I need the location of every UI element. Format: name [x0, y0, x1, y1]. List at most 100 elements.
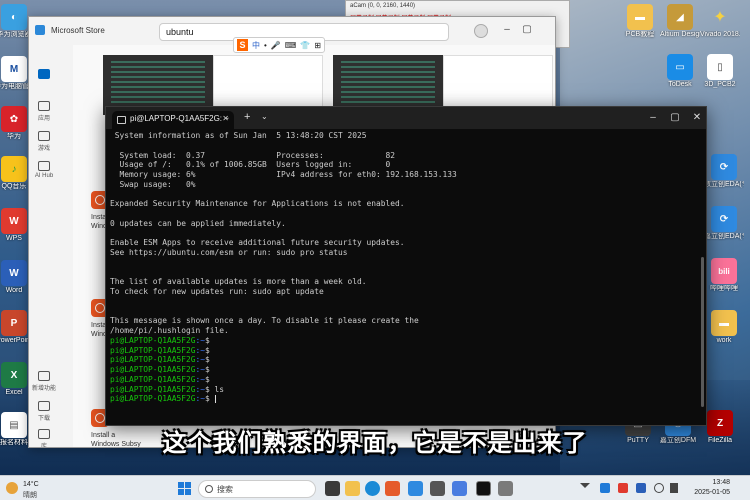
prompt-dollar: $ [205, 365, 210, 374]
terminal-line: /home/pi/.hushlogin file. [110, 326, 229, 335]
store-sidebar: 应用 游戏 AI Hub 新增功能 下载 库 [29, 45, 59, 447]
system-clock[interactable]: 13:48 2025-01-05 [690, 478, 730, 498]
wifi-icon[interactable] [654, 483, 664, 493]
home-icon [38, 69, 50, 79]
edge-icon[interactable] [365, 481, 380, 496]
sidebar-item-games[interactable]: 游戏 [29, 131, 59, 152]
terminal-output[interactable]: System information as of Sun Jan 5 13:48… [110, 131, 700, 423]
user-avatar-icon[interactable] [474, 24, 488, 38]
file-explorer-icon[interactable] [345, 481, 360, 496]
prompt-user-host: pi@LAPTOP-Q1AA5F2G [110, 365, 196, 374]
desktop-icon-pcb-tutorial[interactable]: ▬ PCB教程 [620, 4, 660, 39]
app-icon[interactable] [385, 481, 400, 496]
prompt-dollar: $ [205, 345, 210, 355]
desktop-icon-todesk[interactable]: ▭ ToDesk [660, 54, 700, 89]
sidebar-item-whats-new[interactable]: 新增功能 [29, 371, 59, 392]
prompt-suffix: :~ [195, 384, 206, 394]
prompt-user-host: pi@LAPTOP-Q1AA5F2G [110, 384, 196, 394]
taskbar-search[interactable]: 搜索 [198, 480, 316, 498]
desktop-icon-jlc-eda[interactable]: ⟳ 嘉立创EDA(专业版) [704, 206, 744, 241]
desktop-icon-bilibili[interactable]: bili 哔哩哔哩 [704, 258, 744, 293]
terminal-line: This message is shown once a day. To dis… [110, 316, 419, 326]
skin-icon[interactable]: 👕 [300, 41, 310, 50]
terminal-scrollbar[interactable] [701, 257, 704, 407]
task-view-icon[interactable] [325, 481, 340, 496]
taskbar: 14°C 晴朗 搜索 13:48 2025-01-05 [0, 475, 750, 500]
terminal-line: The list of available updates is more th… [110, 277, 367, 287]
terminal-taskbar-icon[interactable] [476, 481, 491, 496]
wps-icon: W [1, 208, 27, 234]
maximize-icon[interactable]: ▢ [666, 111, 684, 125]
sparkle-icon [38, 161, 50, 171]
app-icon[interactable] [452, 481, 467, 496]
prompt-suffix: :~ [195, 365, 206, 374]
ime-mode-toggle[interactable]: 中 [252, 40, 260, 51]
weather-widget[interactable]: 14°C 晴朗 [6, 479, 54, 499]
minimize-icon[interactable]: – [499, 22, 515, 38]
prompt-suffix: :~ [195, 335, 206, 345]
sidebar-item-home[interactable] [29, 69, 59, 81]
sidebar-item-downloads[interactable]: 下载 [29, 401, 59, 422]
browser-icon: ◐ [1, 4, 27, 30]
terminal-titlebar[interactable]: pi@LAPTOP-Q1AA5F2G: ~ ✕ + ⌄ – ▢ ✕ [106, 107, 706, 129]
prompt-user-host: pi@LAPTOP-Q1AA5F2G [110, 374, 196, 384]
prompt-suffix: :~ [195, 355, 206, 365]
terminal-window[interactable]: pi@LAPTOP-Q1AA5F2G: ~ ✕ + ⌄ – ▢ ✕ System… [105, 106, 707, 426]
tray-app-icon[interactable] [600, 483, 610, 493]
terminal-line: 0 updates can be applied immediately. [110, 218, 286, 228]
todesk-icon: ▭ [667, 54, 693, 80]
bilibili-icon: bili [711, 258, 737, 284]
tray-app-icon[interactable] [618, 483, 628, 493]
terminal-prompt-line: pi@LAPTOP-Q1AA5F2G:~$ [110, 394, 700, 404]
huawei-icon: ✿ [1, 106, 27, 132]
prompt-user-host: pi@LAPTOP-Q1AA5F2G [110, 345, 196, 355]
ime-punct-toggle[interactable]: • [264, 41, 267, 50]
ime-toolbar[interactable]: S 中 • 🎤 ⌨ 👕 ⊞ [233, 37, 325, 53]
sogou-logo-icon: S [237, 39, 248, 51]
tab-close-icon[interactable]: ✕ [222, 114, 229, 123]
desktop-icon-3d-pcb[interactable]: ▯ 3D_PCB2 [700, 54, 740, 89]
altium-icon: ◢ [667, 4, 693, 30]
text-cursor [214, 394, 216, 403]
download-icon [38, 401, 50, 411]
app-icon[interactable] [430, 481, 445, 496]
prompt-suffix: :~ [195, 374, 206, 384]
pc-manager-icon: M [1, 56, 27, 82]
chevron-up-icon[interactable] [580, 483, 590, 488]
desktop-icon-work[interactable]: ▬ work [704, 310, 744, 345]
volume-icon[interactable] [670, 483, 678, 493]
prompt-user-host: pi@LAPTOP-Q1AA5F2G [110, 335, 196, 345]
sidebar-item-apps[interactable]: 应用 [29, 101, 59, 122]
chevron-down-icon[interactable]: ⌄ [261, 112, 268, 121]
sidebar-item-ai-hub[interactable]: AI Hub [29, 161, 59, 179]
toolbox-icon[interactable]: ⊞ [314, 41, 321, 50]
terminal-line: System load: 0.37 Processes: 82 [110, 150, 396, 160]
keyboard-icon[interactable]: ⌨ [285, 41, 297, 50]
terminal-tab[interactable]: pi@LAPTOP-Q1AA5F2G: ~ ✕ [112, 111, 234, 129]
desktop-icon-vivado[interactable]: ✦ Vivado 2018.3 [700, 4, 740, 39]
app-icon[interactable] [498, 481, 513, 496]
maximize-icon[interactable]: ▢ [519, 22, 535, 38]
desktop-icon-lceda-pro[interactable]: ⟳ 数立创EDA(专业版) [704, 154, 744, 189]
terminal-prompt-line: pi@LAPTOP-Q1AA5F2G:~$ [110, 336, 700, 346]
word-icon: W [1, 260, 27, 286]
store-icon[interactable] [408, 481, 423, 496]
microphone-icon[interactable]: 🎤 [271, 41, 281, 50]
tray-app-icon[interactable] [636, 483, 646, 493]
desktop-icon-altium[interactable]: ◢ Altium Designer [660, 4, 700, 39]
windows-start-icon[interactable] [178, 482, 191, 495]
file-icon: ▯ [707, 54, 733, 80]
close-icon[interactable]: ✕ [688, 111, 706, 125]
minimize-icon[interactable]: – [644, 111, 662, 125]
terminal-prompt-line: pi@LAPTOP-Q1AA5F2G:~$ [110, 365, 700, 375]
new-tab-icon[interactable]: + [244, 111, 250, 123]
prompt-suffix: :~ [195, 345, 206, 355]
